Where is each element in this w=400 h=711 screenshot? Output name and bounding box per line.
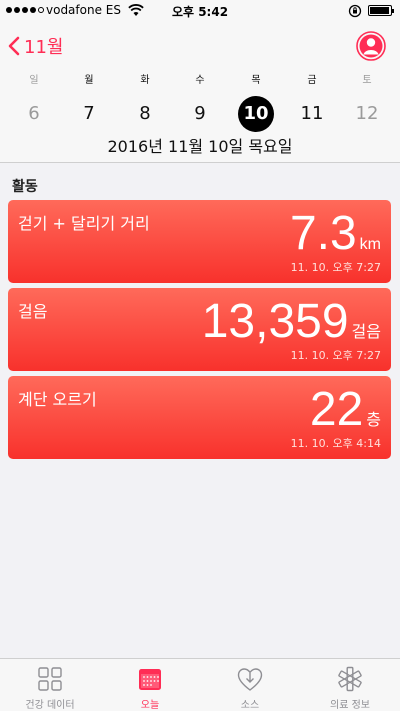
card-number: 7.3 (289, 207, 357, 260)
battery-icon (368, 5, 394, 16)
tab-sources[interactable]: 소스 (200, 659, 300, 711)
day-9[interactable]: 9 (182, 96, 218, 132)
card-unit: 층 (366, 412, 381, 429)
card-label: 걷기 + 달리기 거리 (18, 214, 150, 233)
weekday-label: 화 (140, 75, 150, 86)
activity-section-title: 활동 (12, 179, 38, 195)
weekday-label: 토 (362, 75, 372, 86)
day-7[interactable]: 7 (71, 96, 107, 132)
rotation-lock-icon (348, 4, 362, 18)
card-timestamp: 11. 10. 오후 7:27 (290, 261, 381, 274)
back-label: 11월 (24, 37, 64, 58)
profile-icon[interactable] (356, 31, 386, 61)
day-10-selected[interactable]: 10 (238, 96, 274, 132)
card-value: 13,359 걸음 (202, 294, 381, 349)
card-unit: km (359, 236, 381, 253)
card-label: 걸음 (18, 302, 48, 321)
tab-label: 건강 데이터 (25, 700, 75, 711)
tab-bar: 건강 데이터 오늘 소스 의료 정보 (0, 658, 400, 711)
card-value: 22 층 (310, 382, 381, 437)
day-11[interactable]: 11 (294, 96, 330, 132)
medical-star-icon (338, 666, 362, 692)
calendar-icon (139, 669, 161, 690)
weekday-label: 금 (307, 75, 317, 86)
card-unit: 걸음 (351, 324, 381, 341)
grid-icon (38, 667, 62, 691)
card-label: 계단 오르기 (18, 390, 97, 409)
header-area: vodafone ES 오후 5:42 11월 일 월 화 수 목 금 토 6 … (0, 0, 400, 163)
steps-card[interactable]: 걸음 13,359 걸음 11. 10. 오후 7:27 (8, 288, 391, 371)
status-time: 오후 5:42 (171, 5, 229, 19)
tab-label: 오늘 (140, 700, 160, 711)
tab-today[interactable]: 오늘 (100, 659, 200, 711)
walking-running-distance-card[interactable]: 걷기 + 달리기 거리 7.3 km 11. 10. 오후 7:27 (8, 200, 391, 283)
chevron-left-icon (8, 36, 20, 56)
weekday-label: 월 (84, 75, 94, 86)
tab-label: 의료 정보 (330, 700, 370, 711)
selected-date: 2016년 11월 10일 목요일 (107, 137, 293, 156)
back-button[interactable]: 11월 (8, 32, 63, 60)
tab-medical-id[interactable]: 의료 정보 (300, 659, 400, 711)
card-timestamp: 11. 10. 오후 4:14 (290, 437, 381, 450)
weekday-label: 수 (195, 75, 205, 86)
card-timestamp: 11. 10. 오후 7:27 (290, 349, 381, 362)
flights-climbed-card[interactable]: 계단 오르기 22 층 11. 10. 오후 4:14 (8, 376, 391, 459)
heart-download-icon (237, 668, 263, 691)
day-8[interactable]: 8 (127, 96, 163, 132)
weekday-label: 목 (251, 75, 261, 86)
weekday-label: 일 (29, 75, 39, 86)
status-bar: vodafone ES 오후 5:42 (0, 0, 400, 22)
card-number: 22 (309, 383, 364, 436)
tab-health-data[interactable]: 건강 데이터 (0, 659, 100, 711)
card-number: 13,359 (201, 295, 349, 348)
tab-label: 소스 (240, 700, 260, 711)
card-value: 7.3 km (290, 206, 381, 261)
day-12[interactable]: 12 (349, 96, 385, 132)
day-6[interactable]: 6 (16, 96, 52, 132)
